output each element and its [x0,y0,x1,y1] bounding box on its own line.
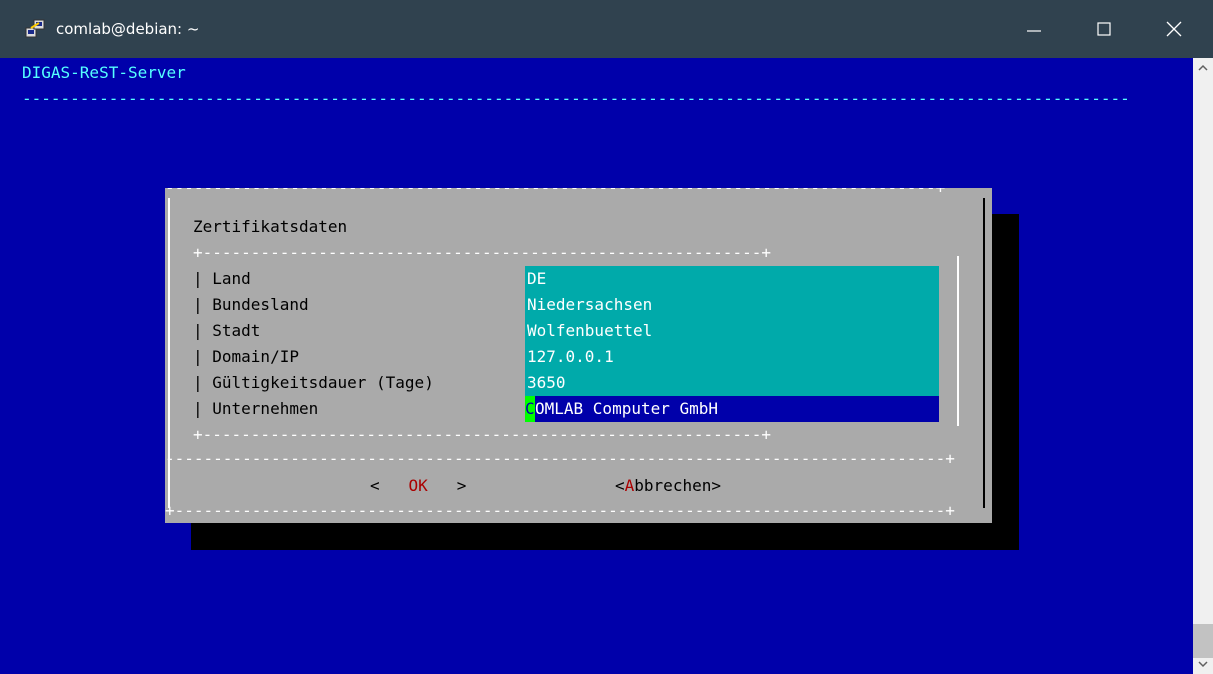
close-icon [1166,21,1182,37]
scrollbar-thumb[interactable] [1193,624,1213,658]
land-field[interactable]: DE [527,266,939,292]
dialog-bottom-border: +---------------------------------------… [165,501,955,520]
bundesland-field[interactable]: Niedersachsen [527,292,939,318]
dialog-right-border [983,198,985,508]
label-company: | Unternehmen [193,399,319,418]
cancel-button[interactable]: <Abbrechen> [615,473,721,499]
dialog-top-border: ----------------------------------------… [165,188,945,201]
terminal-header: DIGAS-ReST-Server [22,63,186,82]
terminal-area[interactable]: DIGAS-ReST-Server ----------------------… [10,60,1193,674]
dialog-title: Zertifikatsdaten [193,217,348,236]
company-field[interactable]: COMLAB Computer GmbH [525,396,939,422]
minimize-icon [1027,30,1041,32]
domain-field[interactable]: 127.0.0.1 [527,344,939,370]
form-right-border [957,256,959,426]
text-cursor: C [525,396,535,422]
scroll-up-icon[interactable] [1198,64,1208,72]
scroll-down-icon[interactable] [1198,660,1208,668]
ok-button[interactable]: < OK > [370,473,466,499]
stadt-field[interactable]: Wolfenbuettel [527,318,939,344]
close-button[interactable] [1143,0,1205,58]
title-bar[interactable]: comlab@debian: ~ [0,0,1213,58]
window-title: comlab@debian: ~ [56,20,200,38]
maximize-icon [1097,22,1111,36]
minimize-button[interactable] [1003,0,1065,58]
vertical-scrollbar[interactable] [1193,58,1213,674]
header-divider: ----------------------------------------… [22,89,1130,108]
label-land: | Land [193,269,251,288]
label-bundesland: | Bundesland [193,295,309,314]
label-stadt: | Stadt [193,321,261,340]
button-divider: ----------------------------------------… [165,449,955,468]
putty-icon[interactable] [25,19,47,39]
certificate-dialog: ----------------------------------------… [165,188,992,523]
label-validity: | Gültigkeitsdauer (Tage) [193,373,434,392]
form-bottom-border: +---------------------------------------… [193,425,771,444]
validity-field[interactable]: 3650 [527,370,939,396]
company-value: OMLAB Computer GmbH [535,399,719,418]
form-top-border: +---------------------------------------… [193,243,771,262]
label-domain: | Domain/IP [193,347,299,366]
maximize-button[interactable] [1073,0,1135,58]
